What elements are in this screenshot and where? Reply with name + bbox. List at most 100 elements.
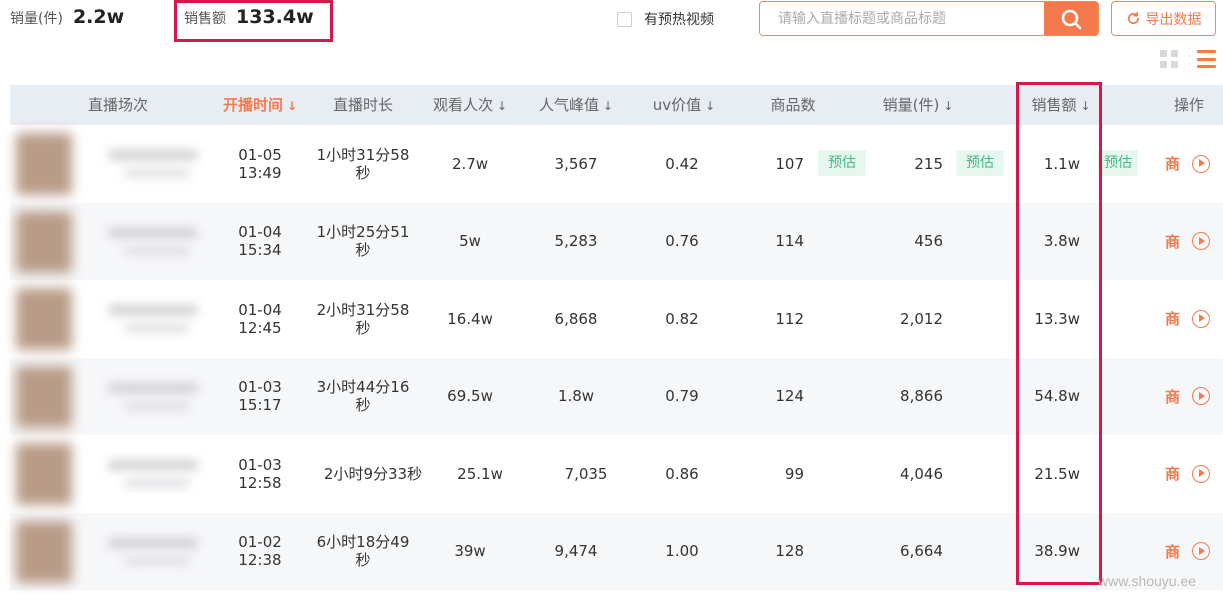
row-actions: 商 <box>1165 280 1211 358</box>
session-thumbnail[interactable] <box>16 288 212 350</box>
products-cell: 99 <box>784 464 804 483</box>
estimate-badge: 预估 <box>956 150 1004 176</box>
play-icon[interactable] <box>1192 309 1211 328</box>
estimate-badge: 预估 <box>818 150 866 176</box>
col-uv[interactable]: uv价值 ↓ <box>653 85 715 125</box>
summary-bar: 销量(件) 2.2w 销售额 133.4w 有预热视频 导出数据 <box>0 0 1223 42</box>
search-button[interactable] <box>1044 2 1098 35</box>
col-peak[interactable]: 人气峰值 ↓ <box>539 85 613 125</box>
duration-cell: 6小时18分49 秒 <box>316 533 410 570</box>
uv-cell: 0.82 <box>665 309 699 328</box>
col-products: 商品数 <box>770 96 816 114</box>
start-time-cell: 01-04 12:45 <box>238 300 282 337</box>
col-qty[interactable]: 销量(件) ↓ <box>883 85 954 125</box>
search-box <box>759 1 1099 36</box>
qty-cell: 6,664 <box>900 542 943 561</box>
row-actions: 商 <box>1165 435 1211 513</box>
play-icon[interactable] <box>1192 387 1211 406</box>
total-qty-value: 2.2w <box>72 6 125 28</box>
peak-cell: 3,567 <box>554 154 598 173</box>
session-thumbnail[interactable] <box>16 133 212 195</box>
search-icon <box>1061 9 1082 29</box>
products-cell: 107 <box>775 154 804 173</box>
peak-cell: 7,035 <box>564 464 608 483</box>
col-session: 直播场次 <box>87 96 149 114</box>
preheat-checkbox[interactable] <box>617 11 632 27</box>
export-label: 导出数据 <box>1145 11 1202 28</box>
duration-cell: 1小时31分58 秒 <box>316 145 410 182</box>
qty-cell: 4,046 <box>900 464 943 483</box>
start-time-cell: 01-02 12:38 <box>238 533 282 570</box>
sort-arrow-icon: ↓ <box>286 99 298 113</box>
play-icon[interactable] <box>1192 154 1211 173</box>
total-qty-label: 销量(件) <box>10 11 63 27</box>
total-qty-stat: 销量(件) 2.2w <box>10 6 124 28</box>
sales-total-highlight <box>174 0 333 42</box>
products-cell: 128 <box>775 542 804 561</box>
row-actions: 商 <box>1165 125 1211 203</box>
uv-cell: 0.42 <box>665 154 699 173</box>
views-cell: 25.1w <box>457 464 503 483</box>
play-icon[interactable] <box>1192 232 1211 251</box>
duration-cell: 2小时9分33秒 <box>323 464 423 483</box>
start-time-cell: 01-04 15:34 <box>238 223 282 260</box>
products-cell: 112 <box>775 309 804 328</box>
refresh-icon <box>1127 11 1139 24</box>
detail-icon[interactable]: 商 <box>1165 386 1180 407</box>
search-input[interactable] <box>760 2 1044 35</box>
detail-icon[interactable]: 商 <box>1165 463 1180 484</box>
views-cell: 16.4w <box>447 309 493 328</box>
duration-cell: 1小时25分51 秒 <box>316 223 410 260</box>
col-ops: 操作 <box>1173 96 1205 114</box>
session-thumbnail[interactable] <box>16 210 212 273</box>
detail-icon[interactable]: 商 <box>1165 231 1180 252</box>
uv-cell: 0.76 <box>665 232 699 251</box>
row-actions: 商 <box>1165 358 1211 436</box>
qty-cell: 456 <box>914 232 943 251</box>
watermark: www.shouyu.ee <box>1098 573 1197 589</box>
sort-arrow-icon: ↓ <box>496 99 508 113</box>
sort-arrow-icon: ↓ <box>602 99 614 113</box>
preheat-label[interactable]: 有预热视频 <box>644 9 714 29</box>
uv-cell: 0.79 <box>665 387 699 406</box>
peak-cell: 9,474 <box>554 542 598 561</box>
row-actions: 商 <box>1165 203 1211 281</box>
products-cell: 124 <box>775 387 804 406</box>
products-cell: 114 <box>775 232 804 251</box>
qty-cell: 2,012 <box>900 309 943 328</box>
qty-cell: 215 <box>914 154 943 173</box>
detail-icon[interactable]: 商 <box>1165 308 1180 329</box>
export-button[interactable]: 导出数据 <box>1111 1 1216 36</box>
views-cell: 5w <box>459 232 481 251</box>
uv-cell: 1.00 <box>665 542 699 561</box>
col-start-time[interactable]: 开播时间 ↓ <box>223 85 297 125</box>
views-cell: 2.7w <box>451 154 489 173</box>
session-thumbnail[interactable] <box>16 365 212 428</box>
detail-icon[interactable]: 商 <box>1165 541 1180 562</box>
sort-arrow-icon: ↓ <box>943 99 954 113</box>
peak-cell: 6,868 <box>554 309 598 328</box>
session-thumbnail[interactable] <box>16 520 212 583</box>
play-icon[interactable] <box>1192 542 1211 561</box>
duration-cell: 2小时31分58 秒 <box>316 300 410 337</box>
sort-arrow-icon: ↓ <box>705 99 716 113</box>
detail-icon[interactable]: 商 <box>1165 153 1180 174</box>
session-thumbnail[interactable] <box>16 443 212 505</box>
col-views[interactable]: 观看人次 ↓ <box>433 85 507 125</box>
peak-cell: 1.8w <box>557 387 595 406</box>
views-cell: 69.5w <box>447 387 493 406</box>
start-time-cell: 01-03 15:17 <box>238 378 282 415</box>
qty-cell: 8,866 <box>900 387 943 406</box>
list-view-icon[interactable] <box>1197 50 1216 68</box>
col-duration: 直播时长 <box>332 96 394 114</box>
preheat-filter[interactable]: 有预热视频 <box>617 9 714 29</box>
peak-cell: 5,283 <box>554 232 598 251</box>
uv-cell: 0.86 <box>665 464 699 483</box>
play-icon[interactable] <box>1192 464 1211 483</box>
views-cell: 39w <box>454 542 486 561</box>
grid-view-icon[interactable] <box>1160 50 1178 68</box>
start-time-cell: 01-03 12:58 <box>238 455 282 492</box>
sales-column-highlight <box>1016 82 1102 585</box>
duration-cell: 3小时44分16 秒 <box>316 378 410 415</box>
estimate-badge: 预估 <box>1098 150 1138 176</box>
